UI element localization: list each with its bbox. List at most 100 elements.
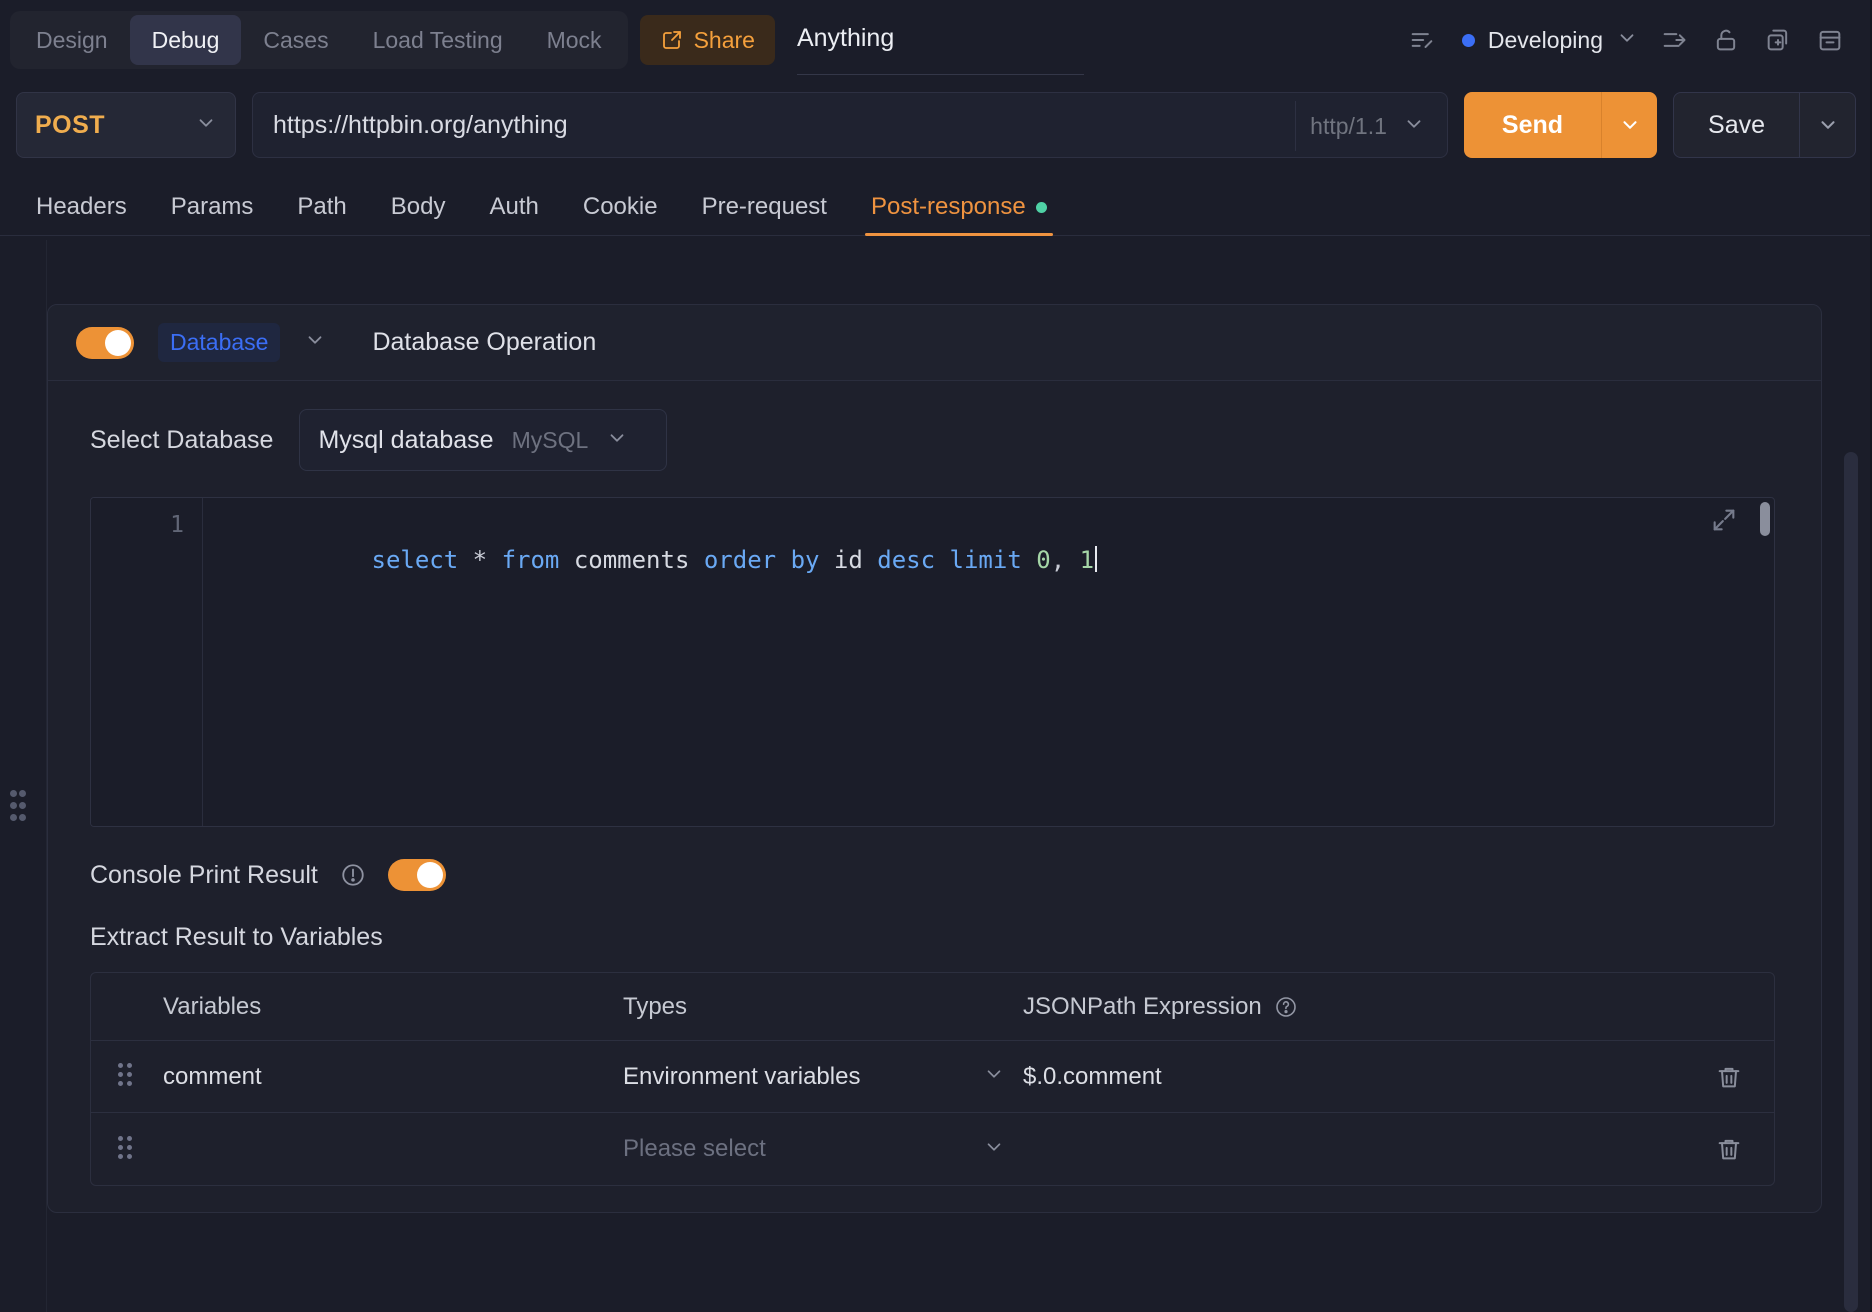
database-operation-panel: Database Database Operation Select Datab…: [47, 304, 1822, 1213]
tab-auth[interactable]: Auth: [467, 193, 560, 235]
page-scrollbar-thumb[interactable]: [1844, 452, 1858, 1312]
trash-icon: [1715, 1135, 1743, 1163]
chevron-down-icon[interactable]: [304, 329, 326, 356]
tab-headers[interactable]: Headers: [14, 193, 149, 235]
row-drag-handle[interactable]: [91, 1063, 163, 1090]
environment-selector[interactable]: Developing: [1448, 14, 1648, 66]
app-root: Design Debug Cases Load Testing Mock Sha…: [0, 0, 1872, 1312]
variable-type-value: Environment variables: [623, 1063, 860, 1091]
operation-title: Database Operation: [372, 328, 596, 357]
panel-enable-toggle[interactable]: [76, 327, 134, 359]
lock-icon[interactable]: [1700, 14, 1752, 66]
header-jsonpath-label: JSONPath Expression: [1023, 993, 1262, 1021]
tab-modified-dot-icon: [1036, 202, 1047, 213]
send-options-caret[interactable]: [1601, 92, 1657, 158]
share-icon: [660, 28, 684, 52]
database-select[interactable]: Mysql database MySQL: [299, 409, 667, 471]
header-variables: Variables: [163, 993, 623, 1021]
header-jsonpath: JSONPath Expression: [1023, 993, 1684, 1021]
console-print-row: Console Print Result: [90, 859, 1799, 891]
protocol-value: http/1.1: [1310, 113, 1387, 140]
document-title[interactable]: Anything: [797, 24, 894, 57]
tab-params[interactable]: Params: [149, 193, 276, 235]
mode-tab-debug[interactable]: Debug: [130, 15, 242, 65]
panel-header: Database Database Operation: [48, 305, 1821, 381]
panel-body: Select Database Mysql database MySQL 1 s…: [48, 381, 1821, 1212]
save-options-caret[interactable]: [1799, 93, 1855, 157]
database-name: Mysql database: [318, 426, 493, 455]
save-button[interactable]: Save: [1674, 93, 1799, 157]
tab-body[interactable]: Body: [369, 193, 468, 235]
tab-path[interactable]: Path: [275, 193, 368, 235]
tab-pre-request[interactable]: Pre-request: [680, 193, 849, 235]
jsonpath-value: $.0.comment: [1023, 1063, 1162, 1090]
top-bar-actions: Developing: [1396, 0, 1856, 80]
sql-code[interactable]: select * from comments order by id desc …: [203, 498, 1774, 826]
select-database-row: Select Database Mysql database MySQL: [70, 409, 1799, 471]
drag-dots-icon: [118, 1136, 136, 1163]
editor-gutter: 1: [91, 498, 203, 826]
tab-cookie[interactable]: Cookie: [561, 193, 680, 235]
help-icon[interactable]: [1274, 995, 1298, 1019]
chevron-down-icon: [1616, 27, 1638, 54]
table-row: Please select: [91, 1113, 1774, 1185]
mode-tab-group: Design Debug Cases Load Testing Mock: [10, 11, 628, 69]
copy-add-icon[interactable]: [1752, 14, 1804, 66]
select-database-label: Select Database: [90, 426, 273, 455]
info-icon[interactable]: [340, 862, 366, 888]
variable-name-value: comment: [163, 1063, 262, 1090]
panel-drag-handle[interactable]: [10, 790, 36, 834]
trash-icon: [1715, 1063, 1743, 1091]
title-underline: [797, 74, 1084, 75]
drag-dots-icon: [118, 1063, 136, 1090]
share-button[interactable]: Share: [640, 15, 775, 65]
request-bar: POST https://httpbin.org/anything http/1…: [0, 80, 1872, 170]
tab-post-response[interactable]: Post-response: [849, 193, 1069, 235]
indent-arrow-icon[interactable]: [1648, 14, 1700, 66]
text-cursor: [1095, 546, 1097, 572]
console-print-toggle[interactable]: [388, 859, 446, 891]
mode-tab-cases[interactable]: Cases: [241, 15, 350, 65]
url-value: https://httpbin.org/anything: [273, 111, 568, 140]
database-kind: MySQL: [512, 427, 589, 454]
top-bar: Design Debug Cases Load Testing Mock Sha…: [0, 0, 1872, 80]
extract-result-title: Extract Result to Variables: [90, 923, 1799, 952]
environment-name: Developing: [1488, 27, 1603, 54]
expand-editor-icon[interactable]: [1710, 506, 1738, 539]
row-drag-handle[interactable]: [91, 1136, 163, 1163]
protocol-select[interactable]: http/1.1: [1295, 101, 1439, 151]
operation-type-chip[interactable]: Database: [158, 323, 280, 362]
tab-post-response-label: Post-response: [871, 193, 1026, 221]
share-label: Share: [694, 27, 755, 54]
delete-row-button[interactable]: [1684, 1063, 1774, 1091]
variable-name-input[interactable]: comment: [163, 1063, 623, 1091]
mode-tab-load-testing[interactable]: Load Testing: [351, 15, 525, 65]
variable-type-select[interactable]: Environment variables: [623, 1063, 1023, 1091]
document-title-text: Anything: [797, 24, 894, 52]
table-row: comment Environment variables $.0.commen…: [91, 1041, 1774, 1113]
sql-tokens: select * from comments order by id desc …: [372, 546, 1095, 574]
variable-type-select[interactable]: Please select: [623, 1135, 1023, 1163]
send-button[interactable]: Send: [1464, 92, 1601, 158]
mode-tab-design[interactable]: Design: [14, 15, 130, 65]
sql-editor[interactable]: 1 select * from comments order by id des…: [90, 497, 1775, 827]
edit-list-icon[interactable]: [1396, 14, 1448, 66]
http-method-select[interactable]: POST: [16, 92, 236, 158]
delete-row-button[interactable]: [1684, 1135, 1774, 1163]
chevron-down-icon: [195, 112, 217, 139]
chevron-down-icon: [983, 1063, 1005, 1090]
archive-icon[interactable]: [1804, 14, 1856, 66]
mode-tab-mock[interactable]: Mock: [525, 15, 624, 65]
save-button-group: Save: [1673, 92, 1856, 158]
request-section-tabs: Headers Params Path Body Auth Cookie Pre…: [0, 170, 1872, 236]
extract-variables-table: Variables Types JSONPath Expression: [90, 972, 1775, 1186]
header-types: Types: [623, 993, 1023, 1021]
environment-status-dot: [1462, 34, 1475, 47]
http-method-value: POST: [35, 111, 105, 140]
editor-scrollbar-thumb[interactable]: [1760, 502, 1770, 536]
chevron-down-icon: [1403, 113, 1425, 140]
line-number: 1: [170, 512, 184, 538]
jsonpath-input[interactable]: $.0.comment: [1023, 1063, 1684, 1091]
url-input[interactable]: https://httpbin.org/anything http/1.1: [252, 92, 1448, 158]
table-header-row: Variables Types JSONPath Expression: [91, 973, 1774, 1041]
